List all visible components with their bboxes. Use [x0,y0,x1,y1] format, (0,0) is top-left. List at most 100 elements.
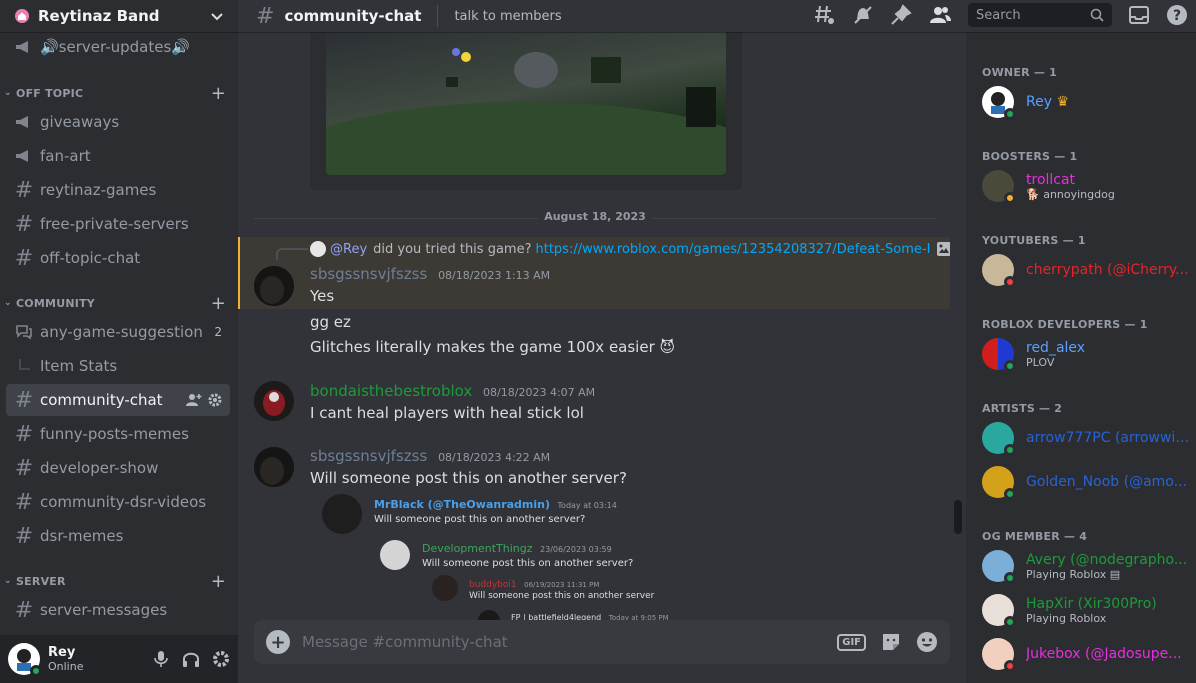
member-item[interactable]: Rey ♛ [982,82,1192,122]
category-label: OFF TOPIC [16,86,84,100]
message-author[interactable]: sbsgssnsvjfszss [310,447,427,465]
channel-developer-show[interactable]: # developer-show [6,452,230,484]
channel-funny-posts-memes[interactable]: # funny-posts-memes [6,418,230,450]
channel-topic[interactable]: talk to members [454,9,561,24]
channel-any-game-suggestion[interactable]: any-game-suggestion 2 [6,316,230,348]
members-list-icon[interactable] [928,4,952,26]
channel-header: # community-chat talk to members Search … [238,0,1196,32]
date-divider-label: August 18, 2023 [538,210,652,223]
embed-image[interactable] [326,32,726,175]
message-input[interactable]: Message #community-chat [302,633,837,651]
gear-icon[interactable] [212,650,230,668]
message-author[interactable]: bondaisthebestroblox [310,382,472,400]
microphone-icon[interactable] [152,650,170,668]
message-timestamp: 08/18/2023 1:13 AM [438,269,551,282]
member-item[interactable]: Avery (@nodegrapho... Playing Roblox ▤ [982,546,1192,586]
hash-icon: # [14,245,34,271]
emoji-icon[interactable] [916,631,938,653]
invite-user-icon[interactable] [186,393,202,407]
server-header[interactable]: Reytinaz Band [0,0,238,32]
attach-plus-icon[interactable]: + [266,630,290,654]
threads-icon[interactable] [814,4,836,26]
reply-mention[interactable]: @Rey [330,242,367,257]
category-community[interactable]: ⌄ COMMUNITY + [4,293,230,314]
channel-server-messages[interactable]: # server-messages [6,594,230,626]
forum-icon [14,322,34,342]
channel-server-updates[interactable]: 🔊server-updates🔊 [6,32,230,62]
gear-icon[interactable] [208,393,222,407]
avatar[interactable] [254,447,294,487]
message-author[interactable]: sbsgssnsvjfszss [310,265,427,283]
channel-dsr-memes[interactable]: # dsr-memes [6,520,230,552]
server-home-icon [15,9,29,23]
member-item[interactable]: arrow777PC (arrowwil... [982,418,1192,458]
nested-message: buddyboi1 06/19/2023 11:31 PM Will someo… [432,575,732,605]
channel-community-chat[interactable]: # community-chat [6,384,230,416]
channel-name: giveaways [40,113,120,131]
message-header: bondaisthebestroblox 08/18/2023 4:07 AM [310,382,595,400]
channel-title: community-chat [284,7,422,25]
channel-name: reytinaz-games [40,181,157,199]
avatar[interactable] [254,381,294,421]
pin-icon[interactable] [890,4,912,26]
hash-icon: # [14,597,34,623]
chevron-down-icon: ⌄ [4,298,12,308]
member-item[interactable]: cherrypath (@iCherry... [982,250,1192,290]
channel-name: funny-posts-memes [40,425,189,443]
channel-off-topic-chat[interactable]: # off-topic-chat [6,242,230,274]
category-server[interactable]: ⌄ SERVER + [4,571,230,592]
nested-timestamp: 06/19/2023 11:31 PM [524,581,600,589]
reply-preview[interactable]: @Rey did you tried this game? https://ww… [310,241,950,257]
member-item[interactable]: Jukebox (@Jadosupe... [982,634,1192,674]
category-off-topic[interactable]: ⌄ OFF TOPIC + [4,83,230,104]
member-item[interactable]: red_alex PLOV [982,334,1192,374]
member-group-title: YOUTUBERS — 1 [982,234,1086,247]
reply-link[interactable]: https://www.roblox.com/games/12354208327… [535,242,930,257]
mute-notifications-icon[interactable] [852,4,874,26]
avatar [322,494,362,534]
channel-name: Item Stats [40,357,118,375]
hash-icon: # [14,177,34,203]
avatar [310,241,326,257]
member-item[interactable]: Golden_Noob (@amo... [982,462,1192,502]
sticker-icon[interactable] [880,631,902,653]
headphones-icon[interactable] [182,650,200,668]
avatar [432,575,458,601]
channel-name: 🔊server-updates🔊 [40,38,190,56]
channel-giveaways[interactable]: giveaways [6,106,230,138]
help-icon[interactable]: ? [1166,4,1188,26]
nested-message: MrBlack (@TheOwanradmin) Today at 03:14 … [322,494,622,536]
member-item[interactable]: HapXir (Xir300Pro) Playing Roblox [982,590,1192,630]
avatar[interactable] [8,643,42,677]
nested-timestamp: Today at 03:14 [557,501,617,510]
nested-message: DevelopmentThingz 23/06/2023 03:59 Will … [380,540,680,576]
chevron-down-icon[interactable] [210,9,224,23]
add-channel-icon[interactable]: + [211,83,226,104]
avatar[interactable] [254,266,294,306]
avatar [982,338,1016,372]
add-channel-icon[interactable]: + [211,571,226,592]
dnd-status-dot [1004,276,1016,288]
message-composer[interactable]: + Message #community-chat GIF [254,620,950,664]
channel-fan-art[interactable]: fan-art [6,140,230,172]
idle-status-dot [1004,192,1016,204]
divider [437,5,439,27]
channel-name: server-messages [40,601,168,619]
channel-free-private-servers[interactable]: # free-private-servers [6,208,230,240]
online-status-dot [1004,488,1016,500]
add-channel-icon[interactable]: + [211,293,226,314]
channel-item-stats[interactable]: Item Stats [6,350,230,382]
inbox-icon[interactable] [1128,4,1150,26]
channel-sidebar: Reytinaz Band 🔊server-updates🔊 ⌄ OFF TOP… [0,0,238,683]
online-status-dot [1004,572,1016,584]
member-name: cherrypath (@iCherry... [1026,262,1189,278]
reply-connector [276,248,308,260]
announcement-icon [14,112,34,132]
gif-button[interactable]: GIF [837,633,866,651]
search-input[interactable]: Search [968,3,1112,27]
user-status: Online [48,660,84,673]
channel-reytinaz-games[interactable]: # reytinaz-games [6,174,230,206]
chat-scrollbar[interactable] [954,500,962,534]
channel-community-dsr-videos[interactable]: # community-dsr-videos [6,486,230,518]
member-item[interactable]: trollcat 🐕 annoyingdog [982,166,1192,206]
